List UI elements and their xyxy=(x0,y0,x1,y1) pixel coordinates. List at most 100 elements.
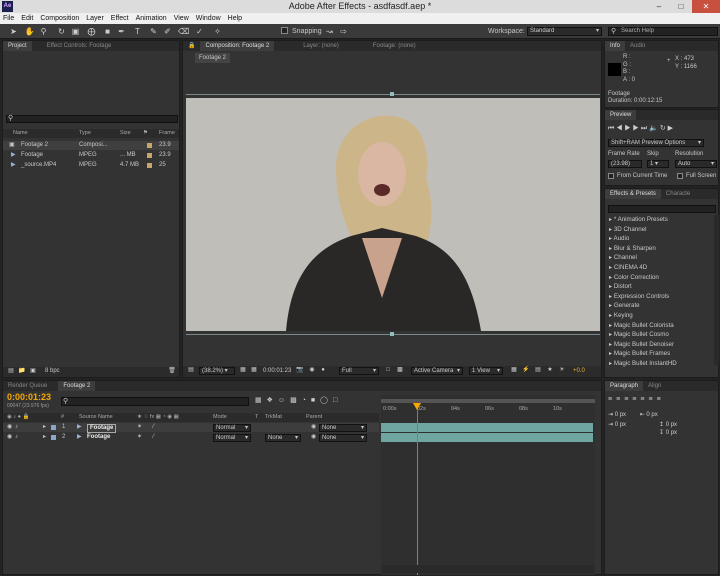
type-tool-icon[interactable]: T xyxy=(132,26,143,37)
shy-icon[interactable]: ☺ xyxy=(278,397,290,404)
tab-paragraph[interactable]: Paragraph xyxy=(605,381,644,391)
pen-tool-icon[interactable]: ✒ xyxy=(116,26,127,37)
tab-align[interactable]: Align xyxy=(643,381,666,391)
menu-layer[interactable]: Layer xyxy=(86,15,104,22)
comp-viewer[interactable] xyxy=(186,98,600,331)
hand-tool-icon[interactable]: ✋ xyxy=(24,26,35,37)
workspace-dropdown[interactable]: Standard ▾ xyxy=(527,27,602,36)
puppet-tool-icon[interactable]: ✧ xyxy=(212,26,223,37)
expand-arrow-icon[interactable]: ▸ xyxy=(43,423,46,432)
lock-icon[interactable]: 🔒 xyxy=(183,41,200,51)
next-frame-icon[interactable]: ▶ xyxy=(633,125,639,132)
exposure-reset-icon[interactable]: ☀ xyxy=(557,366,567,375)
list-item[interactable]: ▸ Magic Bullet Colorista xyxy=(605,321,713,331)
full-screen-checkbox[interactable] xyxy=(677,173,683,179)
eraser-tool-icon[interactable]: ⌫ xyxy=(178,26,189,37)
pick-whip-icon[interactable]: ◉ xyxy=(311,433,316,442)
tab-character[interactable]: Characte xyxy=(661,189,695,199)
list-item[interactable]: ▸ Magic Bullet Frames xyxy=(605,349,713,359)
effects-search-input[interactable] xyxy=(608,205,716,213)
playhead-line[interactable] xyxy=(417,405,418,575)
timeline-scrollbar[interactable] xyxy=(381,565,595,573)
comp-timecode[interactable]: 0:00:01:23 xyxy=(263,368,291,374)
first-line-value[interactable]: 0 px xyxy=(615,422,626,428)
list-item[interactable]: ▸ Magic Bullet InstantHD xyxy=(605,359,713,369)
quality-switch-icon[interactable]: ⁄ xyxy=(153,423,154,432)
list-item[interactable]: ▸ Magic Bullet Denoiser xyxy=(605,340,713,350)
trkmat-dropdown[interactable]: None ▾ xyxy=(265,434,301,442)
safe-margins-icon[interactable]: ▦ xyxy=(238,366,248,375)
timeline-graph[interactable]: 0:00s 02s 04s 06s 08s 10s xyxy=(381,395,595,575)
tab-effect-controls[interactable]: Effect Controls: Footage xyxy=(42,41,117,51)
pan-behind-tool-icon[interactable]: ⨁ xyxy=(86,26,97,37)
camera-dropdown[interactable]: Active Camera ▾ xyxy=(411,367,463,375)
selection-tool-icon[interactable]: ➤ xyxy=(8,26,19,37)
resolution-dropdown[interactable]: Auto ▾ xyxy=(675,160,717,168)
list-item[interactable]: ▸ Color Correction xyxy=(605,273,713,283)
col-t[interactable]: T xyxy=(255,413,258,422)
col-size[interactable]: Size xyxy=(120,129,131,138)
region-of-interest-icon[interactable]: □ xyxy=(383,366,393,375)
interpret-footage-icon[interactable]: ▤ xyxy=(6,367,16,376)
parent-dropdown[interactable]: None ▾ xyxy=(319,424,367,432)
list-item[interactable]: ▸ Keying xyxy=(605,311,713,321)
graph-editor-icon[interactable]: □ xyxy=(333,397,342,404)
snapping-checkbox[interactable] xyxy=(280,26,289,37)
list-item[interactable]: ▸ Generate xyxy=(605,301,713,311)
comp-breadcrumb[interactable]: Footage 2 xyxy=(195,53,231,63)
list-item[interactable]: ▸ Magic Bullet Cosmo xyxy=(605,330,713,340)
brush-tool-icon[interactable]: ✎ xyxy=(148,26,159,37)
rectangle-tool-icon[interactable]: ■ xyxy=(102,26,113,37)
menu-animation[interactable]: Animation xyxy=(136,15,167,22)
camera-tool-icon[interactable]: ▣ xyxy=(70,26,81,37)
table-row[interactable]: ◉ ♪ ▸ 2 ▶ Footage ✶ ⁄ Normal ▾ None ▾ ◉ No… xyxy=(3,433,379,442)
space-after-value[interactable]: 0 px xyxy=(666,430,677,436)
from-current-checkbox[interactable] xyxy=(608,173,614,179)
trash-icon[interactable]: 🗑 xyxy=(167,367,177,376)
clone-tool-icon[interactable]: ✐ xyxy=(162,26,173,37)
list-item[interactable]: ▸ CINEMA 4D xyxy=(605,263,713,273)
justify-all-icon[interactable]: ≡ xyxy=(657,396,665,403)
tab-audio[interactable]: Audio xyxy=(625,41,650,51)
audio-icon[interactable]: ♪ xyxy=(15,423,18,432)
indent-left-value[interactable]: 0 px xyxy=(615,412,626,418)
quality-switch-icon[interactable]: ⁄ xyxy=(153,433,154,442)
always-preview-icon[interactable]: ▤ xyxy=(186,366,196,375)
project-search-input[interactable] xyxy=(6,115,178,123)
menu-effect[interactable]: Effect xyxy=(111,15,129,22)
shy-switch-icon[interactable]: ✶ xyxy=(137,423,142,432)
timeline-icon[interactable]: ▤ xyxy=(533,366,543,375)
list-item[interactable]: ▶ _source.MP4 MPEG 4.7 MB 25 xyxy=(3,161,179,170)
frame-rate-dropdown[interactable]: (23.98) xyxy=(608,160,642,168)
audio-icon[interactable]: 🔈 xyxy=(649,125,658,132)
shy-switch-icon[interactable]: ✶ xyxy=(137,433,142,442)
zoom-dropdown[interactable]: (38.2%) ▾ xyxy=(199,367,235,375)
transparency-grid-icon[interactable]: ▩ xyxy=(395,366,405,375)
comp-mini-flowchart-icon[interactable]: ▦ xyxy=(255,397,267,404)
loop-icon[interactable]: ↻ xyxy=(660,125,666,132)
col-trkmat[interactable]: TrkMat xyxy=(265,413,282,422)
previous-frame-icon[interactable]: ◀ xyxy=(616,125,622,132)
new-folder-icon[interactable]: 📁 xyxy=(17,367,27,376)
flowchart-icon[interactable]: ★ xyxy=(545,366,555,375)
frame-blending-icon[interactable]: ▩ xyxy=(290,397,302,404)
last-frame-icon[interactable]: ⏭ xyxy=(641,125,647,132)
show-channel-icon[interactable]: ◉ xyxy=(307,366,317,375)
list-item[interactable]: ▸ 3D Channel xyxy=(605,225,713,235)
justify-right-icon[interactable]: ≡ xyxy=(648,396,656,403)
search-help-input[interactable]: Search Help xyxy=(608,27,718,36)
mode-dropdown[interactable]: Normal ▾ xyxy=(213,434,251,442)
list-item[interactable]: ▣ Footage 2 Composi... 23.9 xyxy=(3,141,179,150)
preview-options-dropdown[interactable]: Shift+RAM Preview Options ▾ xyxy=(608,139,704,147)
list-item[interactable]: ▸ Distort xyxy=(605,282,713,292)
tab-preview[interactable]: Preview xyxy=(605,110,637,120)
table-row[interactable]: ◉ ♪ ▸ 1 ▶ Footage ✶ ⁄ Normal ▾ ◉ None ▾ xyxy=(3,423,379,433)
bounding-handle[interactable] xyxy=(390,332,394,336)
menu-composition[interactable]: Composition xyxy=(40,15,79,22)
tab-info[interactable]: Info xyxy=(605,41,626,51)
rotate-tool-icon[interactable]: ↻ xyxy=(56,26,67,37)
timeline-timecode[interactable]: 0:00:01:23 xyxy=(7,392,51,402)
list-item[interactable]: ▸ * Animation Presets xyxy=(605,215,713,225)
first-frame-icon[interactable]: ⏮ xyxy=(608,125,614,132)
ram-preview-icon[interactable]: ▶ xyxy=(668,125,673,132)
